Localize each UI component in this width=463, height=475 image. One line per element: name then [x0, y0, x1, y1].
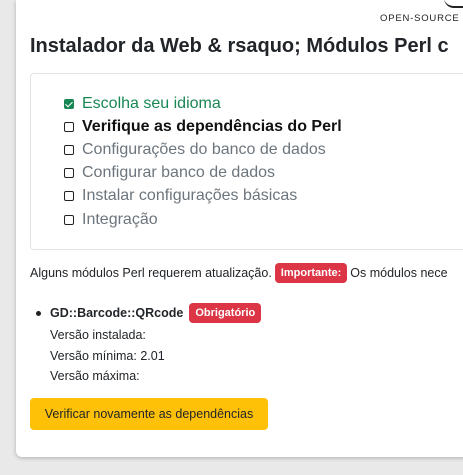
logo-mark-icon: [444, 0, 463, 8]
step-configure-db: Configurar banco de dados: [64, 162, 275, 184]
step-label: Escolha seu idioma: [82, 95, 221, 112]
checkbox-checked-icon: [64, 99, 74, 109]
module-item: GD::Barcode::QRcode Obrigatório Versão i…: [36, 303, 264, 387]
installer-card: OPEN-SOURCE I Instalador da Web & rsaquo…: [16, 0, 463, 457]
module-name: GD::Barcode::QRcode: [50, 306, 184, 320]
step-label: Configurar banco de dados: [82, 164, 276, 181]
steps-panel: Escolha seu idioma Verifique as dependên…: [30, 73, 463, 250]
step-label: Instalar configurações básicas: [82, 187, 298, 204]
step-basic-settings: Instalar configurações básicas: [64, 185, 297, 207]
recheck-dependencies-button[interactable]: Verificar novamente as dependências: [30, 398, 268, 430]
checkbox-icon: [64, 145, 74, 155]
step-label: Integração: [82, 211, 158, 228]
bullet-icon: [36, 310, 41, 316]
notice-text-after: Os módulos nece: [350, 266, 448, 280]
logo: OPEN-SOURCE I: [380, 0, 463, 24]
checkbox-icon: [64, 215, 74, 225]
step-db-settings: Configurações do banco de dados: [64, 139, 326, 161]
logo-text: OPEN-SOURCE I: [380, 13, 463, 24]
maximum-version: Versão máxima:: [50, 369, 140, 383]
page-title: Instalador da Web & rsaquo; Módulos Perl…: [30, 35, 449, 57]
notice-text: Alguns módulos Perl requerem atualização…: [30, 266, 272, 280]
minimum-version: Versão mínima: 2.01: [50, 348, 165, 363]
checkbox-icon: [64, 122, 74, 132]
checkbox-icon: [64, 168, 74, 178]
step-label: Verifique as dependências do Perl: [82, 118, 342, 135]
step-check-perl-deps: Verifique as dependências do Perl: [64, 116, 342, 138]
required-badge: Obrigatório: [189, 303, 262, 323]
step-choose-language: Escolha seu idioma: [64, 93, 221, 115]
checkbox-icon: [64, 191, 74, 201]
important-badge: Importante:: [274, 263, 348, 283]
update-notice: Alguns módulos Perl requerem atualização…: [30, 263, 448, 283]
step-integration: Integração: [64, 209, 158, 231]
step-label: Configurações do banco de dados: [82, 141, 326, 158]
installed-version: Versão instalada:: [50, 328, 146, 342]
